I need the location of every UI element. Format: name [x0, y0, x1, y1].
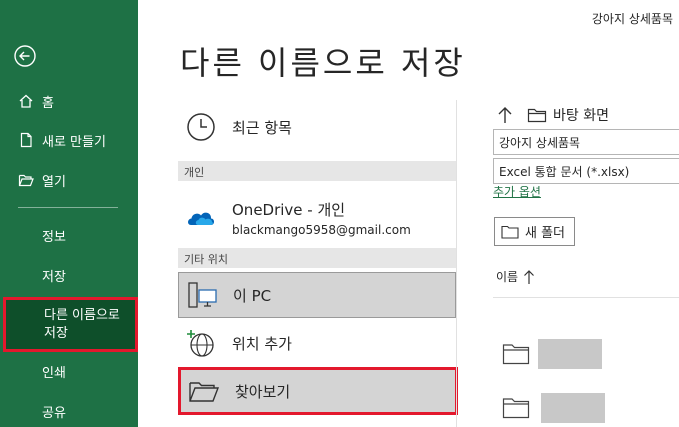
- path-bar: 바탕 화면: [497, 104, 609, 126]
- section-personal: 개인: [178, 161, 456, 181]
- sort-by-name-header[interactable]: 이름: [496, 268, 535, 285]
- new-folder-icon: [501, 225, 519, 239]
- sidebar-divider: [18, 207, 118, 208]
- nav-new[interactable]: 새로 만들기: [0, 122, 138, 158]
- open-folder-icon: [18, 174, 34, 187]
- sort-ascending-icon: [524, 269, 535, 284]
- onedrive-label: OneDrive - 개인: [232, 201, 346, 219]
- pane-divider: [456, 100, 457, 427]
- location-this-pc[interactable]: 이 PC: [178, 272, 456, 318]
- folder-list-item[interactable]: [502, 392, 612, 424]
- up-arrow-icon[interactable]: [497, 106, 513, 124]
- file-name-input[interactable]: 강아지 상세품목: [493, 129, 679, 155]
- nav-new-label: 새로 만들기: [42, 134, 106, 150]
- redacted-folder-name: [538, 339, 602, 369]
- current-location[interactable]: 바탕 화면: [553, 105, 609, 125]
- new-folder-button[interactable]: 새 폴더: [494, 217, 575, 246]
- add-globe-icon: [187, 330, 214, 357]
- more-options-link[interactable]: 추가 옵션: [493, 183, 541, 200]
- backstage-sidebar: 홈 새로 만들기 열기 정보 저장 다른 이름으로 저장 인쇄 공유: [0, 0, 138, 427]
- nav-share-label: 공유: [42, 405, 66, 421]
- nav-save[interactable]: 저장: [0, 257, 138, 293]
- page-title: 다른 이름으로 저장: [180, 44, 466, 82]
- onedrive-cloud-icon: [188, 212, 214, 225]
- location-recent-label: 최근 항목: [232, 118, 292, 137]
- file-type-select[interactable]: Excel 통합 문서 (*.xlsx): [493, 158, 679, 184]
- section-other-locations: 기타 위치: [178, 248, 456, 268]
- folder-icon: [502, 398, 530, 419]
- sort-column-label: 이름: [496, 270, 519, 284]
- location-onedrive[interactable]: OneDrive - 개인 blackmango5958@gmail.com: [178, 193, 456, 243]
- file-list-header-divider: [493, 297, 679, 298]
- nav-save-as[interactable]: 다른 이름으로 저장: [3, 297, 138, 352]
- nav-print-label: 인쇄: [42, 365, 66, 381]
- document-title: 강아지 상세품목: [591, 12, 673, 26]
- nav-home[interactable]: 홈: [0, 83, 138, 119]
- folder-icon: [502, 344, 530, 365]
- computer-icon: [188, 282, 217, 308]
- location-recent[interactable]: 최근 항목: [178, 104, 456, 150]
- browse-label: 찾아보기: [235, 382, 291, 401]
- this-pc-label: 이 PC: [233, 286, 272, 305]
- nav-info-label: 정보: [42, 229, 66, 245]
- browse-folder-icon: [189, 382, 220, 402]
- nav-share[interactable]: 공유: [0, 393, 138, 427]
- new-document-icon: [20, 132, 32, 148]
- folder-list-item[interactable]: [502, 338, 612, 370]
- nav-save-as-label: 다른 이름으로 저장: [44, 308, 120, 341]
- nav-open[interactable]: 열기: [0, 162, 138, 198]
- nav-info[interactable]: 정보: [0, 217, 138, 253]
- nav-home-label: 홈: [42, 95, 54, 111]
- back-arrow-circle-icon[interactable]: [14, 45, 36, 67]
- redacted-folder-name: [541, 393, 605, 423]
- folder-icon: [527, 108, 547, 123]
- location-browse[interactable]: 찾아보기: [178, 367, 458, 415]
- clock-icon: [187, 113, 215, 141]
- home-icon: [19, 94, 33, 108]
- onedrive-account: blackmango5958@gmail.com: [232, 223, 411, 237]
- nav-print[interactable]: 인쇄: [0, 353, 138, 389]
- nav-save-label: 저장: [42, 269, 66, 285]
- nav-open-label: 열기: [42, 174, 66, 190]
- add-location-label: 위치 추가: [232, 334, 292, 353]
- new-folder-label: 새 폴더: [525, 226, 566, 241]
- location-add-place[interactable]: 위치 추가: [178, 320, 456, 366]
